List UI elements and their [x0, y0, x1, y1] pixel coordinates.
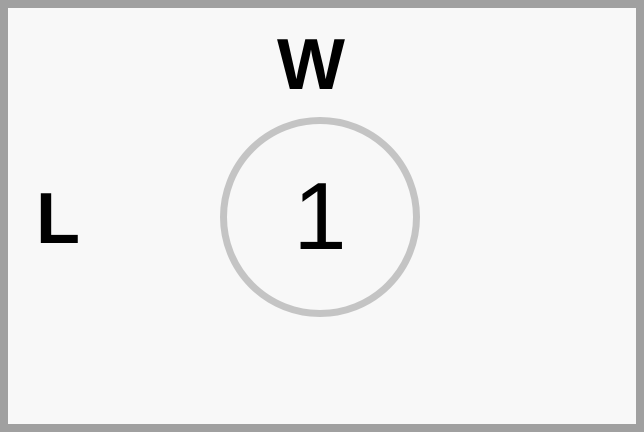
left-label: L — [36, 179, 80, 259]
circle-number: 1 — [293, 163, 347, 270]
top-label: W — [277, 25, 345, 105]
